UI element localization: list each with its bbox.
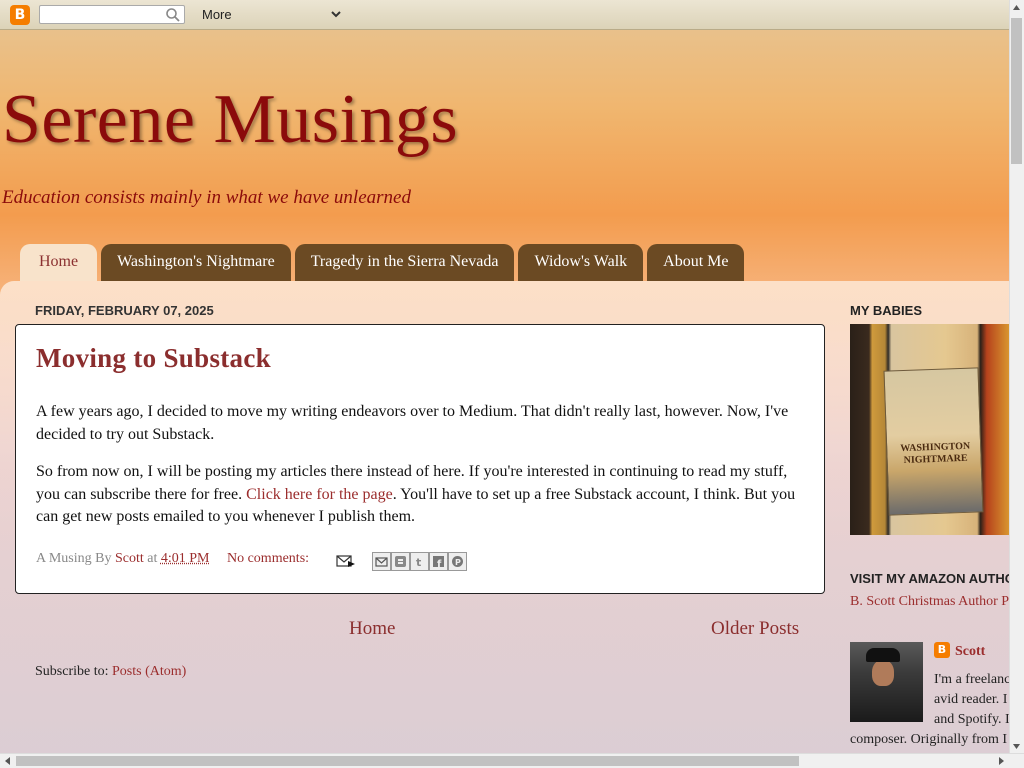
comments-link[interactable]: No comments: xyxy=(227,551,309,566)
post-time-link[interactable]: 4:01 PM xyxy=(161,551,210,566)
blogger-profile-icon: B xyxy=(934,642,950,658)
post-title[interactable]: Moving to Substack xyxy=(36,343,271,374)
share-blogger-button[interactable] xyxy=(391,552,410,571)
email-post-icon[interactable] xyxy=(336,553,356,569)
book-cover: WASHINGTON NIGHTMARE xyxy=(883,367,984,516)
blogger-icon xyxy=(395,556,406,567)
more-menu[interactable]: More xyxy=(202,7,232,22)
subscribe-label: Subscribe to: xyxy=(35,664,109,679)
tab-tragedy-sierra-nevada[interactable]: Tragedy in the Sierra Nevada xyxy=(294,244,515,281)
post-paragraph: A few years ago, I decided to move my wr… xyxy=(36,403,789,443)
subscribe-line: Subscribe to: Posts (Atom) xyxy=(35,664,186,680)
book-cover-title: WASHINGTON NIGHTMARE xyxy=(900,440,971,467)
svg-text:P: P xyxy=(455,558,461,567)
search-input[interactable] xyxy=(39,5,185,24)
email-icon xyxy=(375,557,388,567)
svg-text:t: t xyxy=(416,556,421,568)
share-buttons: t f P xyxy=(372,552,467,571)
post-footer: A Musing By Scott at 4:01 PM No comments… xyxy=(36,551,309,567)
substack-link[interactable]: Click here for the page xyxy=(246,486,393,503)
scroll-up-arrow-icon[interactable] xyxy=(1011,2,1022,14)
blog-title[interactable]: Serene Musings xyxy=(2,80,458,160)
post-paragraph: So from now on, I will be posting my art… xyxy=(36,461,808,529)
twitter-icon: t xyxy=(416,556,421,568)
post-footer-at: at xyxy=(147,551,158,566)
profile-bio-line: and Spotify. I xyxy=(934,712,1010,727)
tab-home[interactable]: Home xyxy=(20,244,98,281)
profile-bio-line: composer. Originally from I xyxy=(850,732,1008,747)
tab-washingtons-nightmare[interactable]: Washington's Nightmare xyxy=(101,244,291,281)
scroll-down-arrow-icon[interactable] xyxy=(1011,740,1022,752)
atom-feed-link[interactable]: Posts (Atom) xyxy=(112,664,186,679)
blogger-logo-icon[interactable]: B xyxy=(10,5,30,25)
amazon-author-link[interactable]: B. Scott Christmas Author P xyxy=(850,594,1009,610)
share-pinterest-button[interactable]: P xyxy=(448,552,467,571)
svg-text:f: f xyxy=(437,559,442,568)
post-date-header: FRIDAY, FEBRUARY 07, 2025 xyxy=(35,303,214,318)
post-footer-prefix: A Musing By xyxy=(36,551,112,566)
profile-bio-line: I'm a freelanc xyxy=(934,672,1011,687)
post-card: Moving to Substack A few years ago, I de… xyxy=(15,324,825,594)
tab-widows-walk[interactable]: Widow's Walk xyxy=(518,244,644,281)
scroll-right-arrow-icon[interactable] xyxy=(995,755,1007,767)
share-email-button[interactable] xyxy=(372,552,391,571)
profile-name-link[interactable]: Scott xyxy=(955,644,985,660)
pinterest-icon: P xyxy=(452,556,463,567)
facebook-icon: f xyxy=(433,556,444,568)
horizontal-scroll-thumb[interactable] xyxy=(16,756,799,766)
sidebar-heading-amazon: VISIT MY AMAZON AUTHO xyxy=(850,571,1015,586)
profile-bio-line: avid reader. I xyxy=(934,692,1008,707)
page-tabs: Home Washington's Nightmare Tragedy in t… xyxy=(20,244,745,281)
tab-about-me[interactable]: About Me xyxy=(647,244,745,281)
blogger-navbar: B More xyxy=(0,0,1009,30)
blog-description: Education consists mainly in what we hav… xyxy=(2,187,411,208)
search-icon[interactable] xyxy=(165,7,181,23)
scroll-left-arrow-icon[interactable] xyxy=(2,755,14,767)
vertical-scroll-thumb[interactable] xyxy=(1011,18,1022,164)
book-photo[interactable]: WASHINGTON NIGHTMARE xyxy=(850,324,1009,535)
author-avatar[interactable] xyxy=(850,642,923,722)
older-posts-link[interactable]: Older Posts xyxy=(711,618,799,640)
share-twitter-button[interactable]: t xyxy=(410,552,429,571)
chevron-down-icon[interactable] xyxy=(329,7,343,21)
sidebar-heading-my-babies: MY BABIES xyxy=(850,303,922,318)
share-facebook-button[interactable]: f xyxy=(429,552,448,571)
pager-home-link[interactable]: Home xyxy=(349,618,395,640)
author-link[interactable]: Scott xyxy=(115,551,144,566)
